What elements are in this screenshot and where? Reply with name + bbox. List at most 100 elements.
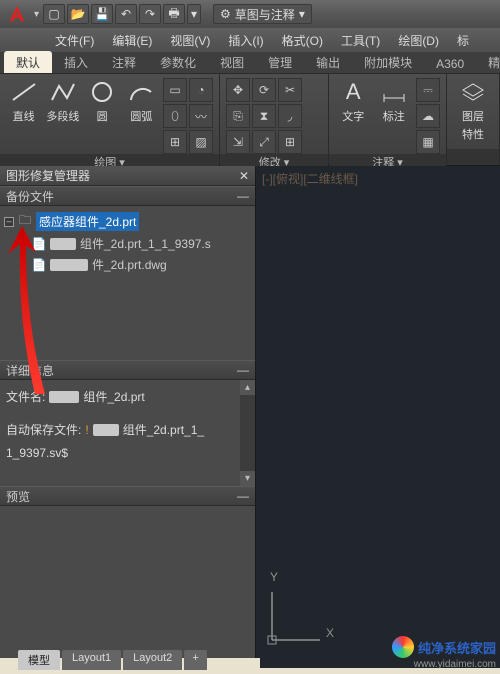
draw-small-6[interactable]: ▨ [189, 130, 213, 154]
folder-icon: 🗀 [18, 215, 32, 229]
preview-section-title: 预览 [6, 488, 30, 505]
tab-output[interactable]: 输出 [304, 51, 352, 73]
tree-root-node[interactable]: – 🗀 感应器组件_2d.prt [4, 210, 251, 233]
qat-new-icon[interactable]: ▢ [43, 4, 65, 24]
line-icon [8, 78, 40, 106]
dim-button[interactable]: 标注 [376, 78, 413, 124]
draw-small-2[interactable]: ◔ [189, 78, 213, 102]
tree-root-label: 感应器组件_2d.prt [36, 212, 139, 231]
text-button[interactable]: A 文字 [335, 78, 372, 124]
expand-toggle-icon[interactable]: – [4, 217, 14, 227]
line-button[interactable]: 直线 [6, 78, 41, 124]
panel-close-icon[interactable]: ✕ [239, 169, 249, 183]
tab-featured[interactable]: 精选应用 [476, 51, 500, 73]
modify-copy[interactable]: ⎘ [226, 104, 250, 128]
qat-redo-icon[interactable]: ↷ [139, 4, 161, 24]
qat-customize-icon[interactable]: ▾ [187, 4, 201, 24]
tab-addins[interactable]: 附加模块 [352, 51, 424, 73]
tab-view[interactable]: 视图 [208, 51, 256, 73]
layers-icon [457, 78, 489, 106]
modify-stretch[interactable]: ⇲ [226, 130, 250, 154]
tab-insert[interactable]: 插入 [52, 51, 100, 73]
annot-small-3[interactable]: ▦ [416, 130, 440, 154]
scroll-up-icon[interactable]: ▴ [240, 380, 255, 395]
draw-small-4[interactable]: 〰 [189, 104, 213, 128]
draw-small-1[interactable]: ▭ [163, 78, 187, 102]
tree-child-1[interactable]: 📄 组件_2d.prt_1_1_9397.s [32, 233, 251, 254]
modify-move[interactable]: ✥ [226, 78, 250, 102]
app-menu-icon[interactable] [4, 3, 30, 25]
tab-a360[interactable]: A360 [424, 54, 476, 73]
tab-layout2[interactable]: Layout2 [123, 650, 182, 670]
arc-icon [125, 78, 157, 106]
modify-array[interactable]: ⊞ [278, 130, 302, 154]
menu-tools[interactable]: 工具(T) [332, 28, 389, 53]
tab-model[interactable]: 模型 [18, 650, 60, 670]
tab-layout1[interactable]: Layout1 [62, 650, 121, 670]
layers-label1: 图层 [462, 108, 484, 124]
menu-format[interactable]: 格式(O) [273, 28, 332, 53]
circle-icon [86, 78, 118, 106]
tab-parametric[interactable]: 参数化 [148, 51, 208, 73]
draw-small-5[interactable]: ⊞ [163, 130, 187, 154]
qat-print-icon[interactable]: 🖶 [163, 4, 185, 24]
layers-label2: 特性 [462, 126, 484, 142]
preview-collapse-icon[interactable]: — [237, 489, 249, 503]
modify-fillet[interactable]: ◞ [278, 104, 302, 128]
circle-button[interactable]: 圆 [85, 78, 120, 124]
tab-default[interactable]: 默认 [4, 51, 52, 73]
view-label[interactable]: [-][俯视][二维线框] [262, 170, 358, 187]
chevron-down-icon: ▾ [299, 7, 305, 21]
menu-edit[interactable]: 编辑(E) [103, 28, 161, 53]
menu-more[interactable]: 标 [448, 28, 478, 53]
qat-open-icon[interactable]: 📂 [67, 4, 89, 24]
watermark-text: 纯净系统家园 [418, 638, 496, 657]
scroll-down-icon[interactable]: ▾ [240, 471, 255, 486]
panel-title: 图形修复管理器 [6, 167, 90, 184]
gear-icon: ⚙ [220, 7, 231, 21]
dwg-icon: 📄 [32, 258, 46, 272]
arc-button[interactable]: 圆弧 [124, 78, 159, 124]
layout-tabs: 模型 Layout1 Layout2 + [18, 650, 207, 670]
annot-small-1[interactable]: ⎓ [416, 78, 440, 102]
menu-view[interactable]: 视图(V) [161, 28, 219, 53]
polyline-button[interactable]: 多段线 [45, 78, 80, 124]
autosave-value-1: 组件_2d.prt_1_ [123, 421, 204, 438]
tree-child-2-label: 件_2d.prt.dwg [92, 256, 167, 273]
menu-draw[interactable]: 绘图(D) [389, 28, 448, 53]
title-bar: ▾ ▢ 📂 💾 ↶ ↷ 🖶 ▾ ⚙ 草图与注释 ▾ [0, 0, 500, 28]
polyline-icon [47, 78, 79, 106]
tab-manage[interactable]: 管理 [256, 51, 304, 73]
layers-button[interactable]: 图层 特性 [453, 78, 493, 142]
workspace-label: 草图与注释 [235, 6, 295, 23]
text-icon: A [337, 78, 369, 106]
details-scrollbar[interactable]: ▴ ▾ [240, 380, 255, 486]
drawing-recovery-panel: 图形修复管理器 ✕ 备份文件 — – 🗀 感应器组件_2d.prt [0, 166, 256, 674]
qat-save-icon[interactable]: 💾 [91, 4, 113, 24]
ribbon-body: 直线 多段线 圆 圆弧 ▭ ◔ ⬯ 〰 [0, 74, 500, 166]
drawing-canvas[interactable]: [-][俯视][二维线框] Y X [256, 166, 500, 674]
tree-child-2[interactable]: 📄 件_2d.prt.dwg [32, 254, 251, 275]
menu-file[interactable]: 文件(F) [46, 28, 103, 53]
tab-annotate[interactable]: 注释 [100, 51, 148, 73]
modify-scale[interactable]: ⤢ [252, 130, 276, 154]
ucs-icon: Y X [262, 570, 342, 650]
workspace-dropdown[interactable]: ⚙ 草图与注释 ▾ [213, 4, 312, 24]
modify-mirror[interactable]: ⧗ [252, 104, 276, 128]
autosave-value-2: 1_9397.sv$ [6, 446, 68, 460]
tree-child-1-label: 组件_2d.prt_1_1_9397.s [80, 235, 211, 252]
details-collapse-icon[interactable]: — [237, 363, 249, 377]
modify-rotate[interactable]: ⟳ [252, 78, 276, 102]
draw-small-3[interactable]: ⬯ [163, 104, 187, 128]
watermark-logo-icon [392, 636, 414, 658]
app-menu-dropdown[interactable]: ▾ [34, 9, 39, 20]
details-section-title: 详细信息 [6, 362, 54, 379]
menu-bar: 文件(F) 编辑(E) 视图(V) 插入(I) 格式(O) 工具(T) 绘图(D… [0, 28, 500, 52]
tab-add[interactable]: + [184, 650, 206, 670]
menu-insert[interactable]: 插入(I) [219, 28, 272, 53]
annot-small-2[interactable]: ☁ [416, 104, 440, 128]
autosave-label: 自动保存文件: [6, 421, 81, 438]
backup-collapse-icon[interactable]: — [237, 189, 249, 203]
qat-undo-icon[interactable]: ↶ [115, 4, 137, 24]
modify-trim[interactable]: ✂ [278, 78, 302, 102]
